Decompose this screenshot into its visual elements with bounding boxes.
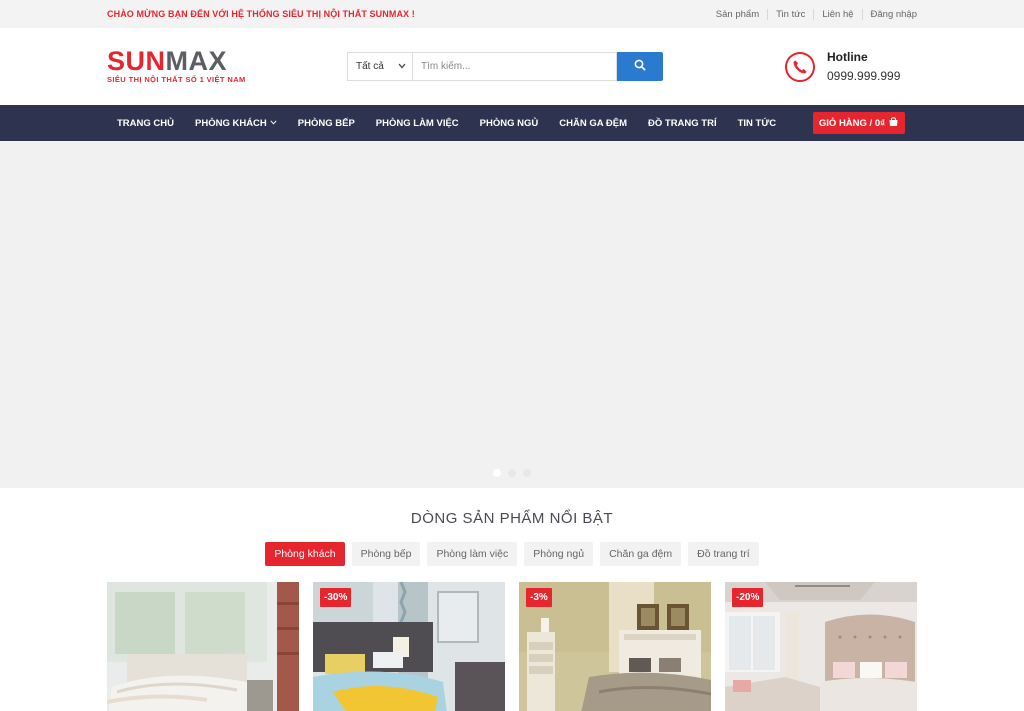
nav-item-home[interactable]: TRANG CHỦ bbox=[107, 118, 185, 129]
nav-item-bedding[interactable]: CHĂN GA ĐỆM bbox=[549, 118, 638, 129]
hotline: Hotline 0999.999.999 bbox=[785, 50, 917, 83]
slider-dot[interactable] bbox=[493, 469, 501, 477]
nav-item-living-room[interactable]: PHÒNG KHÁCH bbox=[185, 118, 288, 129]
nav-item-bedroom[interactable]: PHÒNG NGỦ bbox=[469, 118, 549, 129]
discount-badge: -3% bbox=[526, 588, 552, 607]
header: SUNMAX SIÊU THỊ NỘI THẤT SỐ 1 VIỆT NAM T… bbox=[0, 28, 1024, 105]
cart-button[interactable]: GIỎ HÀNG / 0₫ bbox=[812, 112, 905, 134]
search-category-select[interactable]: Tất cả bbox=[347, 52, 412, 81]
hero-slider[interactable] bbox=[0, 141, 1024, 488]
tab-bedding[interactable]: Chăn ga đệm bbox=[600, 542, 682, 566]
product-card[interactable] bbox=[107, 582, 299, 711]
search-bar: Tất cả Tìm kiếm... bbox=[347, 52, 663, 81]
product-card[interactable]: -20% bbox=[725, 582, 917, 711]
category-tabs: Phòng khách Phòng bếp Phòng làm việc Phò… bbox=[0, 542, 1024, 566]
top-links: Sản phẩm Tin tức Liên hệ Đăng nhập bbox=[708, 8, 917, 20]
discount-badge: -30% bbox=[320, 588, 352, 607]
search-input[interactable]: Tìm kiếm... bbox=[412, 52, 617, 81]
slider-dot[interactable] bbox=[523, 469, 531, 477]
search-button[interactable] bbox=[617, 52, 663, 81]
tab-decor[interactable]: Đồ trang trí bbox=[688, 542, 759, 566]
chevron-down-icon bbox=[398, 61, 406, 72]
nav-item-office[interactable]: PHÒNG LÀM VIỆC bbox=[365, 118, 469, 129]
logo[interactable]: SUNMAX SIÊU THỊ NỘI THẤT SỐ 1 VIỆT NAM bbox=[107, 46, 347, 85]
shopping-bag-icon bbox=[885, 116, 899, 130]
hotline-title: Hotline bbox=[827, 50, 868, 64]
product-card[interactable]: -30% bbox=[313, 582, 505, 711]
logo-wordmark: SUNMAX bbox=[107, 46, 228, 76]
logo-tagline: SIÊU THỊ NỘI THẤT SỐ 1 VIỆT NAM bbox=[107, 75, 246, 84]
hotline-number[interactable]: 0999.999.999 bbox=[827, 69, 900, 83]
search-category-value: Tất cả bbox=[356, 61, 384, 72]
top-link-contact[interactable]: Liên hệ bbox=[813, 8, 861, 20]
nav-item-decor[interactable]: ĐỒ TRANG TRÍ bbox=[638, 118, 728, 129]
product-card[interactable]: -3% bbox=[519, 582, 711, 711]
top-link-login[interactable]: Đăng nhập bbox=[861, 8, 917, 20]
nav-item-news[interactable]: TIN TỨC bbox=[727, 118, 787, 129]
tab-office[interactable]: Phòng làm việc bbox=[427, 542, 518, 566]
tab-living-room[interactable]: Phòng khách bbox=[265, 542, 345, 566]
top-bar: CHÀO MỪNG BẠN ĐẾN VỚI HỆ THỐNG SIÊU THỊ … bbox=[0, 0, 1024, 28]
product-grid: -30% -3% -20% bbox=[107, 582, 917, 711]
slider-dot[interactable] bbox=[508, 469, 516, 477]
search-icon bbox=[634, 58, 646, 76]
discount-badge: -20% bbox=[732, 588, 764, 607]
tab-kitchen[interactable]: Phòng bếp bbox=[351, 542, 421, 566]
tab-bedroom[interactable]: Phòng ngủ bbox=[524, 542, 594, 566]
top-link-news[interactable]: Tin tức bbox=[767, 8, 813, 20]
product-image bbox=[107, 582, 299, 711]
nav-item-kitchen[interactable]: PHÒNG BẾP bbox=[287, 118, 365, 129]
featured-section: DÒNG SẢN PHẨM NỔI BẬT Phòng khách Phòng … bbox=[0, 488, 1024, 711]
section-title: DÒNG SẢN PHẨM NỔI BẬT bbox=[410, 510, 614, 527]
phone-icon bbox=[785, 51, 815, 82]
main-nav: TRANG CHỦ PHÒNG KHÁCH PHÒNG BẾP PHÒNG LÀ… bbox=[0, 105, 1024, 141]
welcome-message: CHÀO MỪNG BẠN ĐẾN VỚI HỆ THỐNG SIÊU THỊ … bbox=[107, 9, 415, 19]
top-link-products[interactable]: Sản phẩm bbox=[708, 9, 767, 20]
chevron-down-icon bbox=[270, 119, 277, 127]
cart-label: GIỎ HÀNG / 0₫ bbox=[818, 117, 885, 129]
slider-dots bbox=[0, 469, 1024, 477]
